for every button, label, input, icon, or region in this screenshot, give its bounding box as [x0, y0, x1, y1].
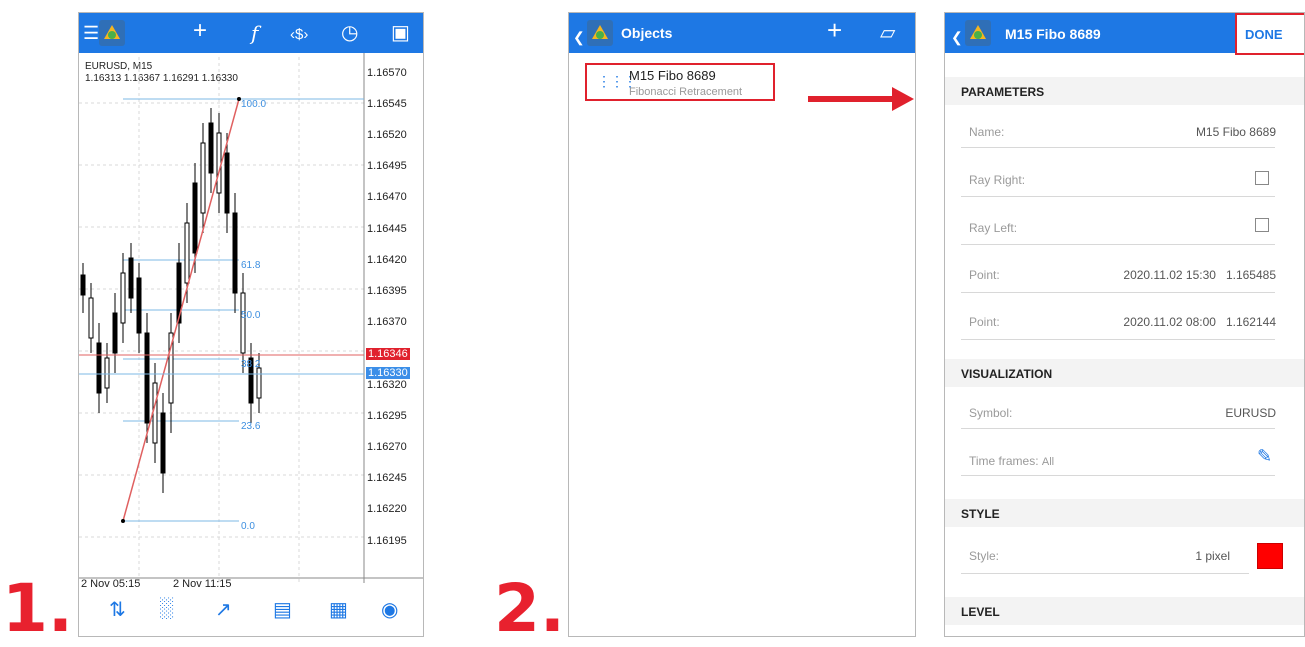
objects-title: Objects — [621, 25, 673, 41]
row-divider — [961, 244, 1275, 245]
object-type: Fibonacci Retracement — [629, 86, 743, 98]
point-2-label: Point: — [969, 315, 1000, 329]
row-divider — [961, 339, 1275, 340]
price-label: 1.16220 — [367, 503, 407, 515]
price-label: 1.16470 — [367, 191, 407, 203]
point-1-value[interactable]: 2020.11.02 15:30 1.165485 — [1123, 268, 1276, 282]
price-label: 1.16195 — [367, 535, 407, 547]
price-label: 1.16370 — [367, 316, 407, 328]
app-logo-icon — [587, 20, 613, 46]
timeframes-label: Time frames: All — [969, 454, 1054, 468]
price-label: 1.16395 — [367, 285, 407, 297]
point-2-value[interactable]: 2020.11.02 08:00 1.162144 — [1123, 315, 1276, 329]
chart-screen: ☰ + f ‹$› ◷ ▣ EURUSD, M15 1.16313 1.1636… — [78, 12, 424, 637]
name-label: Name: — [969, 125, 1005, 139]
fibo-level-label: 23.6 — [241, 421, 261, 432]
price-label: 1.16320 — [367, 379, 407, 391]
point-1-label: Point: — [969, 268, 1000, 282]
plus-icon[interactable]: + — [827, 17, 842, 43]
symbol-label: Symbol: — [969, 406, 1013, 420]
chart-icon[interactable]: ░ — [159, 597, 173, 620]
trash-icon[interactable]: ▱ — [880, 21, 895, 45]
done-button-label: DONE — [1245, 27, 1283, 42]
messages-icon[interactable]: ◉ — [381, 597, 398, 622]
time-label: 2 Nov 11:15 — [173, 578, 232, 590]
price-label: 1.16270 — [367, 441, 407, 453]
row-divider — [961, 196, 1275, 197]
price-label: 1.16445 — [367, 223, 407, 235]
price-label: 1.16570 — [367, 67, 407, 79]
price-label: 1.16295 — [367, 410, 407, 422]
ray-right-checkbox[interactable] — [1255, 171, 1269, 185]
style-value[interactable]: 1 pixel — [1195, 549, 1230, 563]
visualization-header: VISUALIZATION — [961, 367, 1053, 381]
object-list-item[interactable]: ⋮⋮⋮ M15 Fibo 8689 Fibonacci Retracement — [585, 63, 775, 101]
object-details-screen: ❮ M15 Fibo 8689 DONE PARAMETERS Name: M1… — [944, 12, 1305, 637]
ray-right-label: Ray Right: — [969, 173, 1026, 187]
current-price-blue-badge: 1.16330 — [366, 367, 410, 379]
fibo-level-label: 38.2 — [241, 359, 261, 370]
back-icon[interactable]: ❮ — [951, 25, 963, 49]
fibo-level-label: 50.0 — [241, 310, 261, 321]
quotes-icon[interactable]: ⇅ — [109, 597, 126, 622]
price-label: 1.16520 — [367, 129, 407, 141]
arrow-icon — [808, 87, 914, 111]
ray-left-label: Ray Left: — [969, 221, 1018, 235]
step-1-number: 1. — [2, 570, 73, 647]
back-icon[interactable]: ❮ — [573, 25, 585, 49]
price-label: 1.16420 — [367, 254, 407, 266]
fibo-level-label: 61.8 — [241, 260, 261, 271]
parameters-header: PARAMETERS — [961, 85, 1045, 99]
timeframes-value: All — [1041, 456, 1055, 468]
row-divider — [961, 428, 1275, 429]
price-label: 1.16545 — [367, 98, 407, 110]
time-label: 2 Nov 05:15 — [81, 578, 141, 590]
history-icon[interactable]: ▤ — [273, 597, 292, 622]
row-divider — [961, 147, 1275, 148]
style-color-swatch[interactable] — [1257, 543, 1283, 569]
trade-icon[interactable]: ↗ — [215, 597, 232, 622]
row-divider — [961, 573, 1249, 574]
fibo-level-label: 0.0 — [241, 521, 255, 532]
step-2-number: 2. — [494, 570, 565, 647]
ray-left-checkbox[interactable] — [1255, 218, 1269, 232]
object-name: M15 Fibo 8689 — [629, 68, 716, 83]
news-icon[interactable]: ▦ — [329, 597, 348, 622]
price-label: 1.16495 — [367, 160, 407, 172]
current-price-red-badge: 1.16346 — [366, 348, 410, 360]
row-divider — [961, 475, 1275, 476]
details-title: M15 Fibo 8689 — [1005, 26, 1101, 42]
app-logo-icon — [965, 20, 991, 46]
level-header: LEVEL — [961, 605, 1000, 619]
price-label: 1.16245 — [367, 472, 407, 484]
name-value[interactable]: M15 Fibo 8689 — [1196, 125, 1276, 139]
row-divider — [961, 292, 1275, 293]
done-button[interactable]: DONE — [1235, 13, 1304, 55]
edit-pencil-icon[interactable]: ✎ — [1257, 446, 1272, 467]
symbol-value[interactable]: EURUSD — [1225, 406, 1276, 420]
timeframes-label-text: Time frames: — [969, 454, 1039, 468]
objects-toolbar: ❮ Objects + ▱ — [569, 13, 915, 53]
style-header: STYLE — [961, 507, 1000, 521]
style-label: Style: — [969, 549, 1000, 563]
fibo-level-label: 100.0 — [241, 99, 267, 110]
